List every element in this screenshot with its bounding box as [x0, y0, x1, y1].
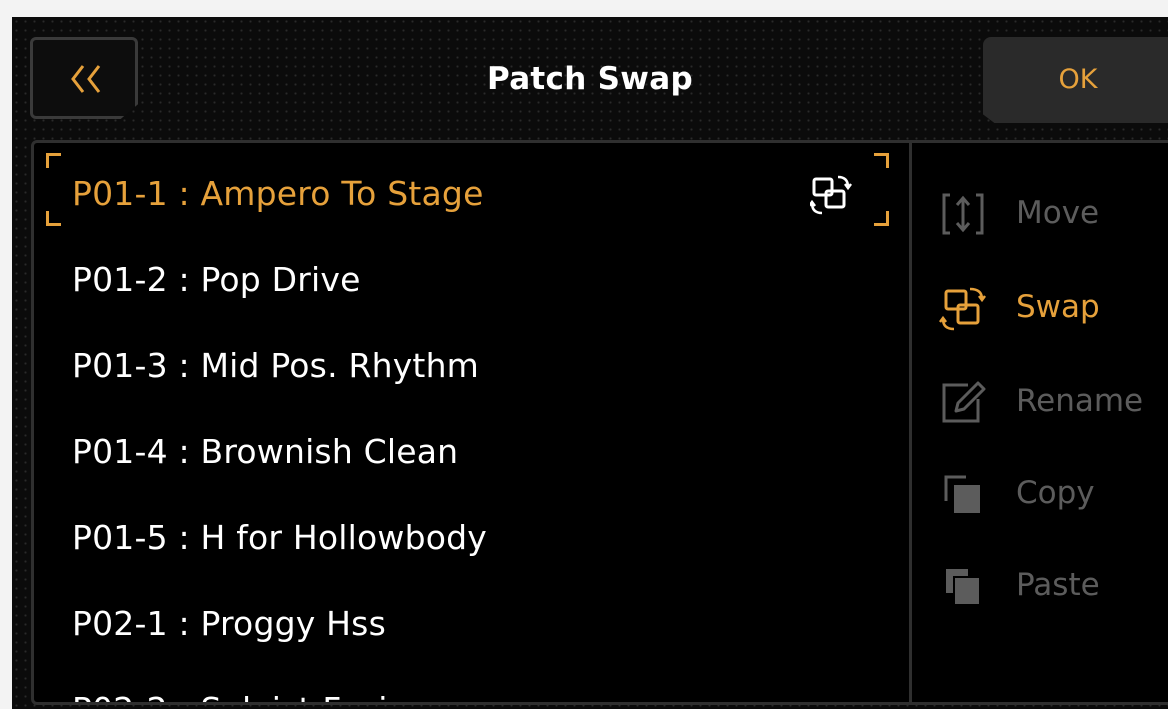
ok-button[interactable]: OK	[983, 37, 1168, 123]
device-screen: Patch Swap OK P01-1 : Ampero To Stage P0…	[12, 17, 1168, 709]
paste-button[interactable]: Paste	[912, 541, 1168, 621]
rename-icon	[942, 381, 986, 423]
move-button[interactable]: Move	[912, 169, 1168, 249]
move-label: Move	[1016, 195, 1100, 231]
copy-label: Copy	[1016, 475, 1095, 511]
patch-panel: P01-1 : Ampero To Stage P01-2 : Pop Driv…	[31, 140, 1168, 705]
patch-list[interactable]: P01-1 : Ampero To Stage P01-2 : Pop Driv…	[34, 143, 909, 702]
double-chevron-left-icon	[71, 65, 101, 93]
copy-button[interactable]: Copy	[912, 449, 1168, 529]
selection-corner-top-left	[46, 153, 61, 168]
patch-row[interactable]: P01-1 : Ampero To Stage	[72, 174, 484, 213]
copy-icon	[944, 475, 980, 513]
swap-icon	[939, 287, 986, 331]
selection-corner-bottom-left	[46, 211, 61, 226]
action-menu: Move Swap Rename Copy Paste	[912, 143, 1168, 702]
swap-icon	[810, 175, 852, 215]
patch-row[interactable]: P01-3 : Mid Pos. Rhythm	[72, 346, 479, 385]
back-button[interactable]	[30, 37, 138, 119]
rename-label: Rename	[1016, 383, 1144, 419]
patch-row[interactable]: P02-2 : Soloist Fusion	[72, 690, 429, 702]
patch-row[interactable]: P01-2 : Pop Drive	[72, 260, 361, 299]
rename-button[interactable]: Rename	[912, 357, 1168, 437]
paste-label: Paste	[1016, 567, 1100, 603]
swap-button[interactable]: Swap	[912, 263, 1168, 343]
patch-row[interactable]: P01-5 : H for Hollowbody	[72, 518, 487, 557]
swap-label: Swap	[1016, 289, 1100, 325]
selection-corner-bottom-right	[874, 211, 889, 226]
move-icon	[942, 193, 984, 235]
patch-row[interactable]: P02-1 : Proggy Hss	[72, 604, 386, 643]
patch-row[interactable]: P01-4 : Brownish Clean	[72, 432, 458, 471]
selection-corner-top-right	[874, 153, 889, 168]
paste-icon	[946, 569, 981, 606]
